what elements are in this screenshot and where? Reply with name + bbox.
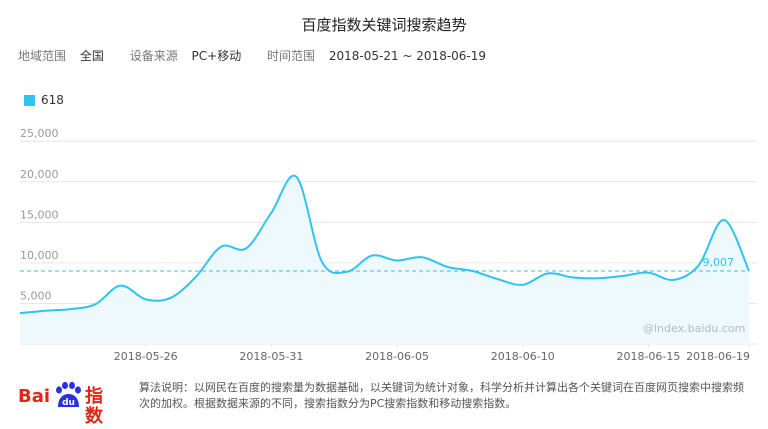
series-area [20,175,749,344]
y-tick-label: 25,000 [20,127,59,140]
x-tick-label: 2018-05-26 [114,350,178,363]
algorithm-description: 算法说明：以网民在百度的搜索量为数据基础，以关键词为统计对象，科学分析并计算出各… [139,381,744,410]
logo-brand-text: Bai [18,386,51,407]
trend-chart[interactable]: 5,000 10,000 15,000 20,000 25,000 9,007 2018-0… [0,0,768,370]
watermark: @index.baidu.com [643,322,746,335]
x-tick-label: 2018-06-19 [686,350,750,363]
footer: Bai du 指数 算法说明：以网民在百度的搜索量为数据基础，以关键词为统计对象… [0,368,768,429]
x-tick-label: 2018-06-15 [616,350,680,363]
y-tick-label: 15,000 [20,208,59,221]
y-tick-label: 10,000 [20,249,59,262]
y-tick-label: 20,000 [20,168,59,181]
baidu-index-logo: Bai du 指数 [18,381,118,427]
logo-paw-text: du [62,398,75,408]
x-tick-label: 2018-05-31 [239,350,303,363]
x-tick-label: 2018-06-10 [491,350,555,363]
x-tick-label: 2018-06-05 [365,350,429,363]
y-tick-label: 5,000 [20,289,52,302]
average-label: 9,007 [703,256,735,269]
logo-suffix-text: 指数 [85,386,103,427]
paw-icon: du [56,381,81,408]
